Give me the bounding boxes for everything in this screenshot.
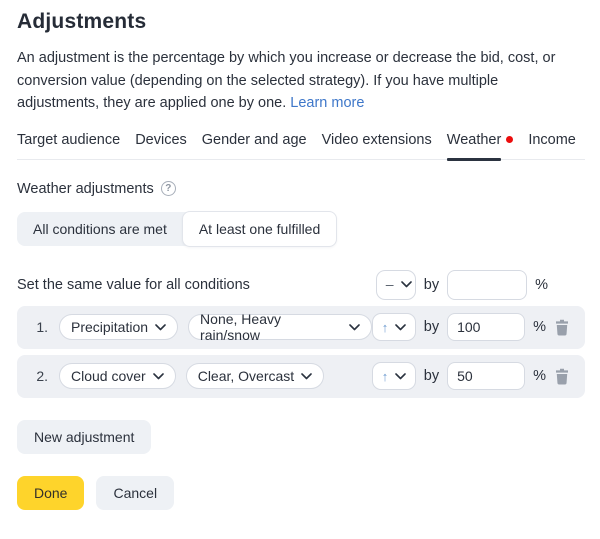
tab-gender-and-age[interactable]: Gender and age (202, 132, 307, 159)
percent-label: % (535, 277, 548, 293)
adjustment-row-2: 2. Cloud cover Clear, Overcast ↑ by % (17, 355, 585, 398)
percent-label: % (533, 319, 546, 335)
row-index: 1. (26, 319, 48, 335)
value-input[interactable] (457, 319, 515, 335)
tab-label: Video extensions (322, 132, 432, 148)
parameter-select[interactable]: Cloud cover (59, 363, 176, 389)
direction-up-icon: ↑ (382, 320, 389, 335)
direction-select[interactable]: ↑ (372, 313, 416, 341)
value-input[interactable] (457, 368, 515, 384)
row-condition-controls: Precipitation None, Heavy rain/snow (59, 314, 372, 340)
row-condition-controls: Cloud cover Clear, Overcast (59, 363, 372, 389)
percent-label: % (533, 368, 546, 384)
bulk-value-field (447, 270, 527, 300)
chevron-down-icon (349, 324, 360, 331)
condition-values-select[interactable]: None, Heavy rain/snow (188, 314, 372, 340)
new-adjustment-button[interactable]: New adjustment (17, 420, 151, 454)
tab-devices[interactable]: Devices (135, 132, 187, 159)
tab-label: Gender and age (202, 132, 307, 148)
row-value-controls: ↑ by % (372, 362, 571, 390)
help-icon[interactable]: ? (161, 181, 176, 196)
tab-bar: Target audience Devices Gender and age V… (17, 132, 585, 160)
row-value-controls: ↑ by % (372, 313, 571, 341)
condition-values: None, Heavy rain/snow (200, 311, 342, 343)
tab-label: Income (528, 132, 576, 148)
tab-target-audience[interactable]: Target audience (17, 132, 120, 159)
tab-video-extensions[interactable]: Video extensions (322, 132, 432, 159)
tab-label: Target audience (17, 132, 120, 148)
tab-weather[interactable]: Weather (447, 132, 514, 159)
description-body: An adjustment is the percentage by which… (17, 50, 555, 111)
condition-values-select[interactable]: Clear, Overcast (186, 363, 324, 389)
trash-icon (554, 319, 570, 336)
section-title: Weather adjustments (17, 181, 154, 197)
chevron-down-icon (401, 281, 412, 288)
by-label: by (424, 319, 439, 335)
parameter-value: Cloud cover (71, 368, 146, 384)
chevron-down-icon (153, 373, 164, 380)
value-field (447, 362, 525, 390)
chevron-down-icon (395, 324, 406, 331)
done-button[interactable]: Done (17, 476, 84, 510)
adjustment-row-1: 1. Precipitation None, Heavy rain/snow ↑… (17, 306, 585, 349)
learn-more-link[interactable]: Learn more (290, 95, 364, 111)
notification-dot-icon (506, 136, 513, 143)
condition-mode-toggle: All conditions are met At least one fulf… (17, 212, 336, 246)
description-text: An adjustment is the percentage by which… (17, 47, 583, 115)
adjustments-panel: Adjustments An adjustment is the percent… (0, 0, 600, 510)
bulk-value-row: Set the same value for all conditions – … (17, 270, 585, 300)
chevron-down-icon (395, 373, 406, 380)
parameter-value: Precipitation (71, 319, 148, 335)
direction-select[interactable]: ↑ (372, 362, 416, 390)
segment-all-conditions[interactable]: All conditions are met (17, 212, 183, 246)
parameter-select[interactable]: Precipitation (59, 314, 178, 340)
row-index: 2. (26, 368, 48, 384)
segment-at-least-one[interactable]: At least one fulfilled (182, 211, 337, 247)
cancel-button[interactable]: Cancel (96, 476, 174, 510)
bulk-row-label: Set the same value for all conditions (17, 277, 376, 293)
tab-label: Weather (447, 132, 502, 148)
page-title: Adjustments (17, 10, 585, 34)
delete-row-button[interactable] (554, 367, 571, 385)
direction-up-icon: ↑ (382, 369, 389, 384)
weather-section-heading: Weather adjustments ? (17, 181, 585, 197)
tab-label: Devices (135, 132, 187, 148)
bulk-direction-select[interactable]: – (376, 270, 416, 300)
delete-row-button[interactable] (554, 318, 571, 336)
by-label: by (424, 277, 439, 293)
by-label: by (424, 368, 439, 384)
chevron-down-icon (155, 324, 166, 331)
bulk-value-input[interactable] (457, 277, 517, 293)
trash-icon (554, 368, 570, 385)
footer-actions: Done Cancel (17, 476, 585, 510)
chevron-down-icon (301, 373, 312, 380)
direction-value: – (386, 276, 394, 292)
value-field (447, 313, 525, 341)
bulk-row-controls: – by % (376, 270, 548, 300)
tab-income[interactable]: Income (528, 132, 576, 159)
condition-values: Clear, Overcast (198, 368, 294, 384)
